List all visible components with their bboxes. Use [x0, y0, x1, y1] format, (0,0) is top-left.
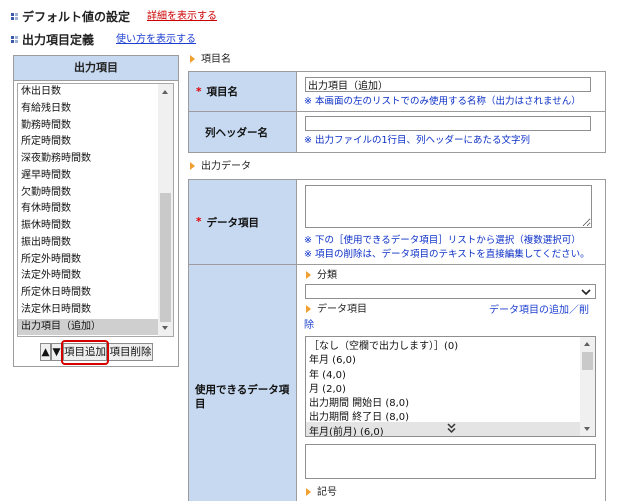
symbol-heading: 記号 [306, 486, 337, 500]
data-items-heading: データ項目 [306, 303, 367, 317]
data-item-note: ※ 下の［使用できるデータ項目］リストから選択（複数選択可） [304, 235, 581, 246]
data-item-label-cell: * データ項目 [188, 179, 297, 265]
data-item-textarea[interactable] [305, 185, 592, 228]
item-name-input[interactable] [305, 77, 591, 92]
selected-data-item-box[interactable] [305, 444, 596, 479]
output-item[interactable]: 出力項目（追加） [18, 318, 158, 336]
available-item[interactable]: ［なし（空欄で出力します）］(0) [306, 340, 580, 354]
chevron-down-icon[interactable] [581, 289, 591, 295]
category-heading: 分類 [306, 269, 337, 283]
output-data-section-title: 出力データ [201, 161, 251, 172]
category-label: 分類 [317, 270, 337, 281]
output-item[interactable]: 法定休日時間数 [18, 302, 158, 319]
triangle-right-icon [306, 488, 311, 496]
output-item[interactable]: 休出日数 [18, 84, 158, 101]
output-item[interactable]: 振出時間数 [18, 235, 158, 252]
grid-icon [11, 36, 19, 44]
required-mark: * [196, 216, 202, 228]
scrollbar-thumb[interactable] [160, 193, 171, 322]
available-item[interactable]: 年 (4,0) [306, 369, 580, 383]
item-name-note: ※ 本画面の左のリストでのみ使用する名称（出力はされません） [304, 96, 581, 107]
data-item-value-cell: ※ 下の［使用できるデータ項目］リストから選択（複数選択可） ※ 項目の削除は、… [296, 179, 606, 265]
item-name-section-heading: 項目名 [190, 53, 231, 67]
output-items-panel: 出力項目 休出日数 有給残日数 勤務時間数 所定時間数 深夜勤務時間数 遅早時間… [13, 55, 179, 367]
category-select[interactable] [305, 284, 596, 299]
triangle-right-icon [190, 162, 195, 170]
available-item[interactable]: 年月(前月) (6,0) [306, 426, 580, 436]
item-name-label-cell: * 項目名 [188, 71, 297, 112]
column-header-value-cell: ※ 出力ファイルの1行目、列ヘッダーにあたる文字列 [296, 111, 606, 153]
available-item[interactable]: 月 (2,0) [306, 383, 580, 397]
data-items-label: データ項目 [317, 304, 367, 315]
column-header-label: 列ヘッダー名 [205, 126, 268, 139]
output-items-scrollbar[interactable] [158, 84, 173, 336]
output-item[interactable]: 有休時間数 [18, 201, 158, 218]
output-items-list: 休出日数 有給残日数 勤務時間数 所定時間数 深夜勤務時間数 遅早時間数 欠勤時… [18, 84, 158, 336]
output-item[interactable]: 振休時間数 [18, 218, 158, 235]
move-up-button[interactable]: ▲ [40, 343, 51, 361]
output-item[interactable]: 欠勤時間数 [18, 185, 158, 202]
scroll-down-arrow-icon[interactable] [162, 326, 168, 330]
output-items-panel-title: 出力項目 [14, 56, 178, 81]
available-items-listbox[interactable]: ［なし（空欄で出力します）］(0) 年月 (6,0) 年 (4,0) 月 (2,… [305, 336, 596, 437]
default-settings-title: デフォルト値の設定 [22, 10, 131, 24]
triangle-right-icon [190, 55, 195, 63]
scroll-up-arrow-icon[interactable] [584, 342, 590, 346]
column-header-input[interactable] [305, 116, 591, 131]
scrollbar-thumb[interactable] [582, 352, 593, 370]
output-item[interactable]: 勤務時間数 [18, 118, 158, 135]
output-items-listbox[interactable]: 休出日数 有給残日数 勤務時間数 所定時間数 深夜勤務時間数 遅早時間数 欠勤時… [17, 83, 174, 337]
output-item[interactable]: 法定外時間数 [18, 268, 158, 285]
available-items-label: 使用できるデータ項目 [195, 384, 290, 410]
item-name-section-title: 項目名 [201, 54, 231, 65]
data-item-note: ※ 項目の削除は、データ項目のテキストを直接編集してください。 [304, 249, 590, 260]
show-usage-link[interactable]: 使い方を表示する [116, 33, 196, 47]
default-settings-heading: デフォルト値の設定 [11, 9, 130, 25]
double-chevron-down-icon[interactable] [447, 423, 456, 434]
available-item[interactable]: 年月 (6,0) [306, 354, 580, 368]
output-item[interactable]: 有給残日数 [18, 101, 158, 118]
show-details-link[interactable]: 詳細を表示する [147, 10, 217, 24]
output-item[interactable]: 所定休日時間数 [18, 285, 158, 302]
triangle-right-icon [306, 305, 311, 313]
output-item[interactable]: 深夜勤務時間数 [18, 151, 158, 168]
grid-icon [11, 13, 19, 21]
output-data-section-heading: 出力データ [190, 160, 251, 174]
available-item[interactable]: 出力期間 終了日 (8,0) [306, 411, 580, 425]
available-items-label-cell: 使用できるデータ項目 [188, 264, 297, 501]
output-item[interactable]: 遅早時間数 [18, 168, 158, 185]
triangle-right-icon [306, 271, 311, 279]
available-item[interactable]: 出力期間 開始日 (8,0) [306, 397, 580, 411]
scroll-down-arrow-icon[interactable] [584, 427, 590, 431]
available-items-value-cell: 分類 データ項目の追加／削除 データ項目 ［なし（空欄で出力します）］(0) 年… [296, 264, 606, 501]
available-items-scrollbar[interactable] [580, 337, 595, 436]
output-definition-title: 出力項目定義 [22, 33, 95, 47]
column-header-label-cell: 列ヘッダー名 [188, 111, 297, 153]
output-item[interactable]: 所定時間数 [18, 134, 158, 151]
symbol-label: 記号 [317, 487, 337, 498]
add-item-button[interactable]: 項目追加 [63, 343, 107, 361]
delete-item-button[interactable]: 項目削除 [108, 343, 153, 361]
move-down-button[interactable]: ▼ [51, 343, 62, 361]
scroll-up-arrow-icon[interactable] [162, 90, 168, 94]
item-name-value-cell: ※ 本画面の左のリストでのみ使用する名称（出力はされません） [296, 71, 606, 112]
data-item-label: データ項目 [206, 216, 260, 229]
column-header-note: ※ 出力ファイルの1行目、列ヘッダーにあたる文字列 [304, 135, 531, 146]
item-name-label: 項目名 [206, 86, 239, 98]
output-item[interactable]: 所定外時間数 [18, 252, 158, 269]
available-items-list: ［なし（空欄で出力します）］(0) 年月 (6,0) 年 (4,0) 月 (2,… [306, 340, 580, 436]
required-mark: * [196, 85, 202, 98]
output-definition-heading: 出力項目定義 [11, 32, 94, 48]
